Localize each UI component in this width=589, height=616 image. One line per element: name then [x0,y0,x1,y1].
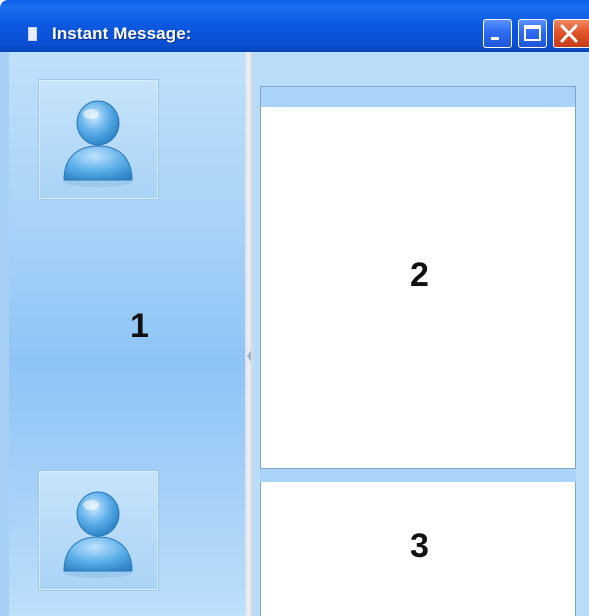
local-user-avatar[interactable] [38,79,159,200]
area-3-label: 3 [410,527,429,565]
title-bar[interactable]: Instant Message: [0,0,589,52]
maximize-icon [524,25,541,41]
pane-splitter[interactable] [245,52,253,616]
message-history-header [261,87,575,107]
minimize-icon [491,37,499,40]
window-title: Instant Message: [52,24,192,43]
instant-message-window: Instant Message: 1 2 3 [0,0,589,616]
remote-user-avatar[interactable] [38,470,159,591]
user-icon [63,491,133,578]
area-2-label: 2 [410,256,429,294]
minimize-button[interactable] [483,19,512,48]
panel-separator[interactable] [260,469,576,482]
contacts-pane: 1 [0,52,245,616]
window-menu-icon[interactable] [28,27,37,41]
maximize-button[interactable] [518,19,547,48]
close-icon [560,24,578,43]
splitter-grip-icon [247,350,251,362]
user-icon [63,100,133,187]
area-1-label: 1 [130,307,149,345]
close-button[interactable] [553,19,589,48]
